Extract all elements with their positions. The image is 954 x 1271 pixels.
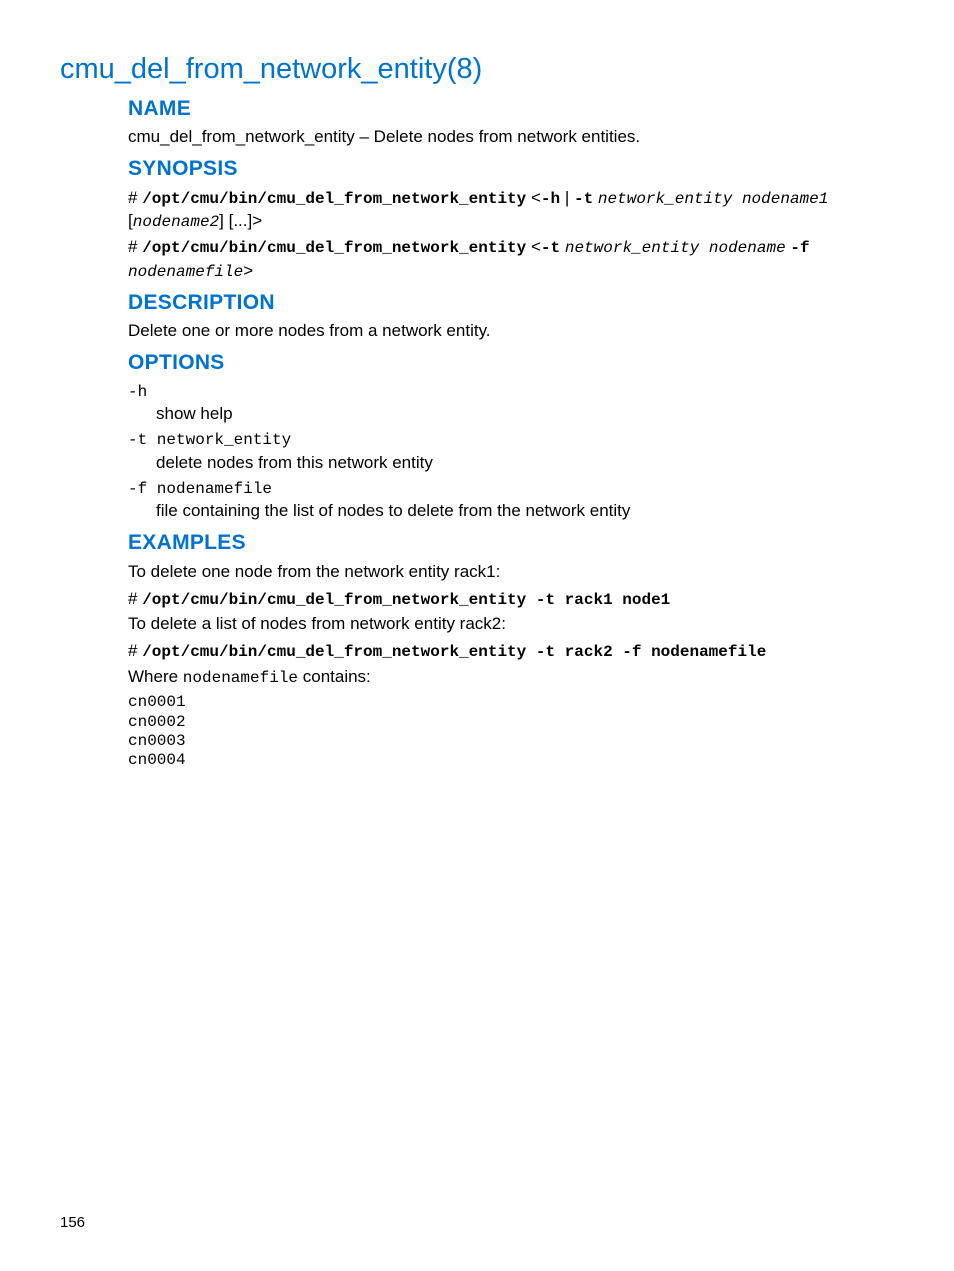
hash-prompt: # <box>128 237 142 256</box>
heading-examples: EXAMPLES <box>128 529 894 557</box>
synopsis-line-1: # /opt/cmu/bin/cmu_del_from_network_enti… <box>128 187 894 234</box>
example-where: Where nodenamefile contains: <box>128 666 894 690</box>
hash-prompt: # <box>128 188 142 207</box>
example-cmd-1: # /opt/cmu/bin/cmu_del_from_network_enti… <box>128 588 894 612</box>
page-title: cmu_del_from_network_entity(8) <box>60 50 894 89</box>
hash-prompt: # <box>128 641 142 660</box>
heading-description: DESCRIPTION <box>128 289 894 317</box>
heading-options: OPTIONS <box>128 349 894 377</box>
example-file-contents: cn0001 cn0002 cn0003 cn0004 <box>128 693 894 770</box>
gt: > <box>243 261 253 280</box>
hash-prompt: # <box>128 589 142 608</box>
arg-entity-node: network_entity nodename <box>565 239 786 257</box>
cmd-path: /opt/cmu/bin/cmu_del_from_network_entity <box>142 239 526 257</box>
opt-f: -f <box>790 239 809 257</box>
page-number: 156 <box>60 1213 85 1233</box>
option-desc: file containing the list of nodes to del… <box>156 500 894 523</box>
option-term: -t network_entity <box>128 430 894 452</box>
opt-t: -t <box>574 190 593 208</box>
example-intro-2: To delete a list of nodes from network e… <box>128 613 894 636</box>
synopsis-line-2: # /opt/cmu/bin/cmu_del_from_network_enti… <box>128 236 894 283</box>
description-text: Delete one or more nodes from a network … <box>128 320 894 343</box>
opt-t: -t <box>541 239 560 257</box>
cmd-path: /opt/cmu/bin/cmu_del_from_network_entity <box>142 190 526 208</box>
heading-synopsis: SYNOPSIS <box>128 155 894 183</box>
heading-name: NAME <box>128 95 894 123</box>
cmd-text: /opt/cmu/bin/cmu_del_from_network_entity… <box>142 591 670 609</box>
example-cmd-2: # /opt/cmu/bin/cmu_del_from_network_enti… <box>128 640 894 664</box>
example-intro-1: To delete one node from the network enti… <box>128 561 894 584</box>
cmd-text: /opt/cmu/bin/cmu_del_from_network_entity… <box>142 643 766 661</box>
option-term: -h <box>128 382 894 404</box>
opt-h: -h <box>541 190 560 208</box>
option-desc: delete nodes from this network entity <box>156 452 894 475</box>
arg-node2: nodename2 <box>133 213 219 231</box>
name-text: cmu_del_from_network_entity – Delete nod… <box>128 126 894 149</box>
arg-entity-node1: network_entity nodename1 <box>598 190 828 208</box>
option-desc: show help <box>156 403 894 426</box>
pipe: | <box>560 188 574 207</box>
br-close: ] [...]> <box>219 211 262 230</box>
content-body: NAME cmu_del_from_network_entity – Delet… <box>128 95 894 770</box>
option-term: -f nodenamefile <box>128 479 894 501</box>
where-code: nodenamefile <box>183 669 298 687</box>
where-pre: Where <box>128 667 183 686</box>
lt: < <box>526 237 541 256</box>
arg-nodenamefile: nodenamefile <box>128 263 243 281</box>
where-post: contains: <box>298 667 371 686</box>
lt: < <box>526 188 541 207</box>
